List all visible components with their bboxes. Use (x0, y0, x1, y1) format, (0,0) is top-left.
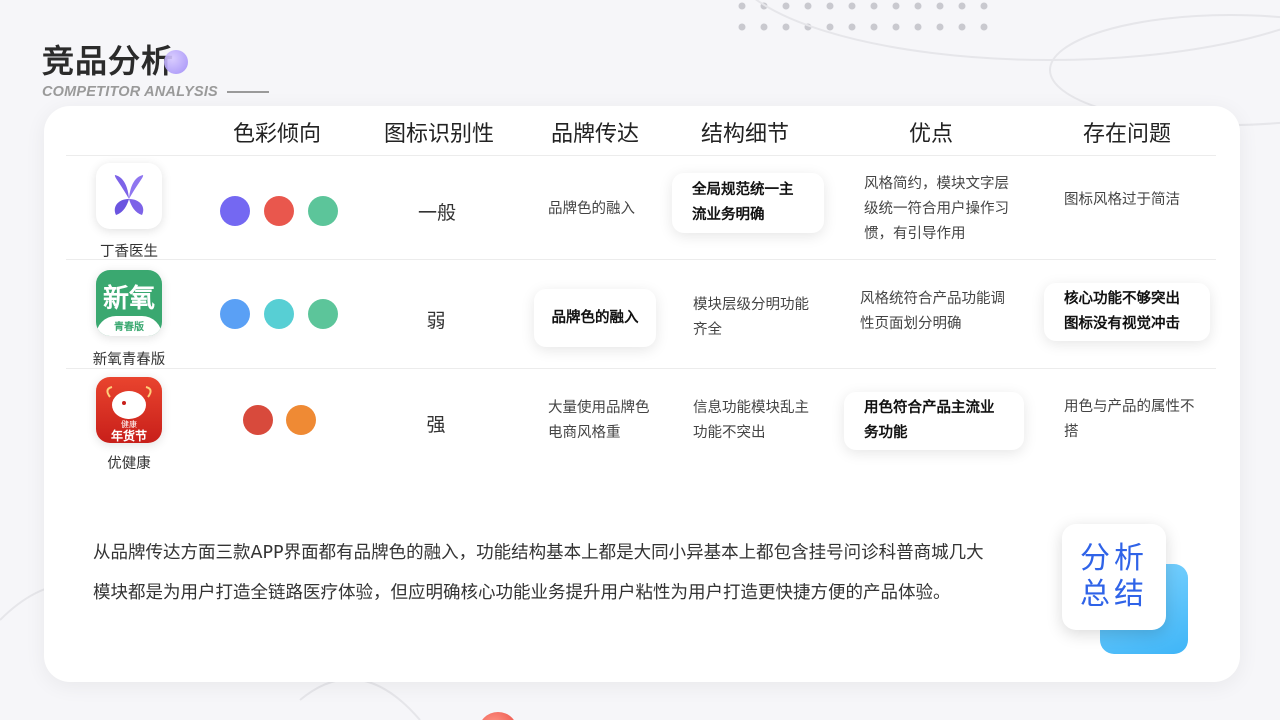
recognizability-value: 强 (426, 414, 446, 436)
decorative-ball (478, 712, 518, 720)
recognizability-value: 一般 (417, 202, 456, 224)
summary-paragraph: 从品牌传达方面三款APP界面都有品牌色的融入，功能结构基本上都是大同小异基本上都… (93, 543, 984, 603)
structure-highlight: 全局规范统一主流业务明确 (672, 173, 824, 233)
issues-highlight: 核心功能不够突出图标没有视觉冲击 (1044, 283, 1210, 341)
color-swatch (286, 405, 316, 435)
youjiankang-festival-icon: 健康 年货节 (96, 377, 162, 443)
icon-subtext: 青春版 (114, 322, 144, 333)
color-swatch (220, 299, 250, 329)
brand-text: 品牌色的融入 (551, 309, 639, 326)
subtitle-row: COMPETITOR ANALYSIS (42, 84, 269, 100)
page-title-text: 竞品分析 (42, 42, 175, 80)
color-swatch (220, 196, 250, 226)
app-name: 丁香医生 (100, 244, 158, 260)
column-header-pros: 优点 (908, 122, 953, 147)
structure-text: 模块层级分明功能齐全 (693, 297, 809, 338)
pros-text: 用色符合产品主流业务功能 (864, 400, 995, 441)
row-divider (66, 155, 1216, 156)
pros-highlight: 用色符合产品主流业务功能 (844, 392, 1024, 450)
app-name: 优健康 (107, 456, 151, 472)
issues-text: 核心功能不够突出图标没有视觉冲击 (1064, 291, 1180, 332)
page-subtitle: COMPETITOR ANALYSIS (42, 84, 218, 100)
column-header-color: 色彩倾向 (232, 122, 321, 147)
column-header-structure: 结构细节 (700, 122, 789, 147)
color-swatch (308, 196, 338, 226)
row-divider (66, 368, 1216, 369)
app-name: 新氧青春版 (92, 352, 166, 368)
icon-text: 年货节 (110, 429, 147, 443)
header: 竞品分析 COMPETITOR ANALYSIS (42, 36, 269, 100)
column-header-icon-recognizability: 图标识别性 (383, 122, 494, 147)
icon-text: 新氧 (102, 284, 155, 314)
brand-text: 品牌色的融入 (548, 201, 635, 217)
brand-highlight: 品牌色的融入 (534, 289, 656, 347)
brand-text: 大量使用品牌色电商风格重 (548, 400, 650, 441)
xinyang-logo-icon: 新氧 青春版 (96, 270, 162, 336)
issues-text: 用色与产品的属性不搭 (1064, 399, 1195, 440)
structure-text: 信息功能模块乱主功能不突出 (693, 400, 809, 441)
dingxiang-butterfly-icon (96, 163, 162, 229)
pros-text: 风格简约，模块文字层级统一符合用户操作习惯，有引导作用 (864, 176, 1009, 242)
structure-text: 全局规范统一主流业务明确 (692, 182, 794, 223)
summary-badge-line2: 总结 (1080, 577, 1148, 612)
color-swatch (308, 299, 338, 329)
summary-badge: 分析 总结 (1062, 524, 1166, 630)
page-title: 竞品分析 (42, 36, 189, 82)
summary-badge-line1: 分析 (1080, 541, 1148, 576)
recognizability-value: 弱 (426, 310, 446, 332)
column-header-issues: 存在问题 (1082, 122, 1171, 147)
pros-text: 风格统符合产品功能调性页面划分明确 (860, 291, 1005, 332)
title-accent-dot (164, 50, 189, 74)
subtitle-divider (226, 91, 269, 93)
row-divider (66, 259, 1216, 260)
issues-text: 图标风格过于简洁 (1064, 192, 1180, 208)
color-swatch (264, 196, 294, 226)
color-swatch (264, 299, 294, 329)
color-swatch (243, 405, 273, 435)
